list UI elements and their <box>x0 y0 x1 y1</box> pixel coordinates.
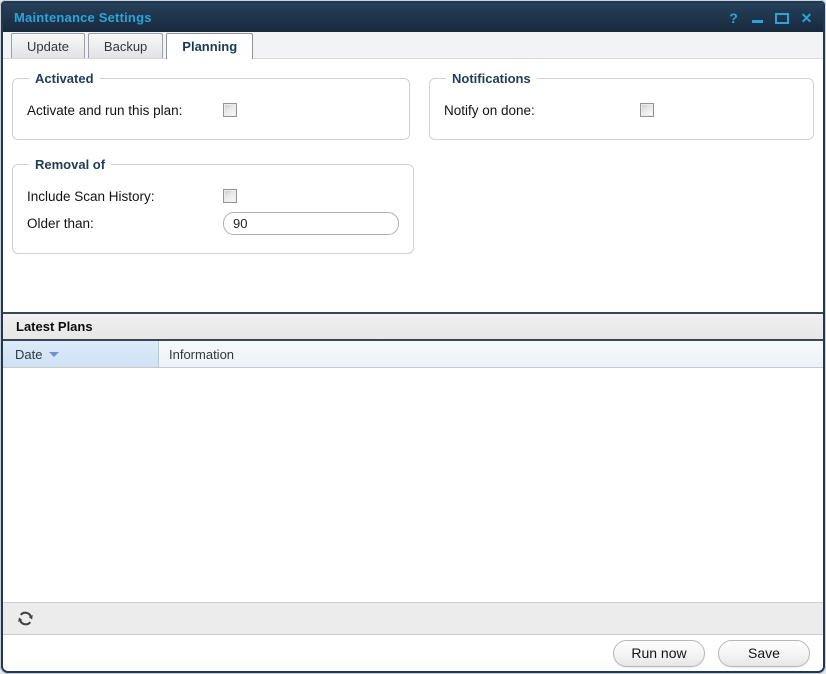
plans-grid-header: Date Information <box>3 341 823 368</box>
refresh-icon <box>16 609 35 628</box>
notify-on-done-checkbox[interactable] <box>640 103 654 117</box>
activate-plan-checkbox[interactable] <box>223 103 237 117</box>
window-title: Maintenance Settings <box>14 10 727 25</box>
help-button[interactable]: ? <box>727 10 740 25</box>
tab-update[interactable]: Update <box>11 33 85 58</box>
date-column-label: Date <box>15 347 42 362</box>
maximize-button[interactable] <box>775 10 789 25</box>
plans-toolbar <box>3 602 823 635</box>
notify-on-done-label: Notify on done: <box>444 103 640 118</box>
activated-fieldset: Activated Activate and run this plan: <box>12 71 410 140</box>
column-header-information[interactable]: Information <box>159 341 823 367</box>
save-button[interactable]: Save <box>718 640 810 667</box>
older-than-input[interactable] <box>223 212 399 235</box>
fieldset-row: Activated Activate and run this plan: No… <box>12 71 814 140</box>
tab-planning[interactable]: Planning <box>166 33 253 59</box>
footer-button-bar: Run now Save <box>3 635 823 671</box>
planning-tab-panel: Activated Activate and run this plan: No… <box>3 59 823 312</box>
tab-backup[interactable]: Backup <box>88 33 163 58</box>
run-now-button[interactable]: Run now <box>613 640 705 667</box>
latest-plans-header: Latest Plans <box>3 312 823 341</box>
form-row: Older than: <box>27 211 399 235</box>
sort-desc-icon <box>49 352 59 357</box>
latest-plans-title: Latest Plans <box>16 319 93 334</box>
refresh-button[interactable] <box>14 608 36 630</box>
removal-fieldset: Removal of Include Scan History: Older t… <box>12 157 414 254</box>
removal-legend: Removal of <box>29 157 111 172</box>
information-column-label: Information <box>169 347 234 362</box>
close-icon: ✕ <box>801 11 813 25</box>
tab-bar: Update Backup Planning <box>3 32 823 59</box>
maximize-icon <box>775 13 789 24</box>
close-button[interactable]: ✕ <box>800 10 813 25</box>
column-header-date[interactable]: Date <box>3 341 159 367</box>
include-scan-history-checkbox[interactable] <box>223 189 237 203</box>
minimize-icon <box>752 20 763 23</box>
include-scan-history-label: Include Scan History: <box>27 189 223 204</box>
form-row: Notify on done: <box>444 98 799 122</box>
maintenance-settings-window: Maintenance Settings ? ✕ Update Backup P… <box>0 0 826 674</box>
form-row: Include Scan History: <box>27 184 399 208</box>
minimize-button[interactable] <box>751 10 764 25</box>
plans-grid-body[interactable] <box>3 368 823 602</box>
notifications-fieldset: Notifications Notify on done: <box>429 71 814 140</box>
older-than-label: Older than: <box>27 216 223 231</box>
activate-plan-label: Activate and run this plan: <box>27 103 223 118</box>
title-bar[interactable]: Maintenance Settings ? ✕ <box>3 3 823 32</box>
form-row: Activate and run this plan: <box>27 98 395 122</box>
notifications-legend: Notifications <box>446 71 537 86</box>
help-icon: ? <box>729 11 738 25</box>
window-controls: ? ✕ <box>727 10 813 25</box>
activated-legend: Activated <box>29 71 100 86</box>
